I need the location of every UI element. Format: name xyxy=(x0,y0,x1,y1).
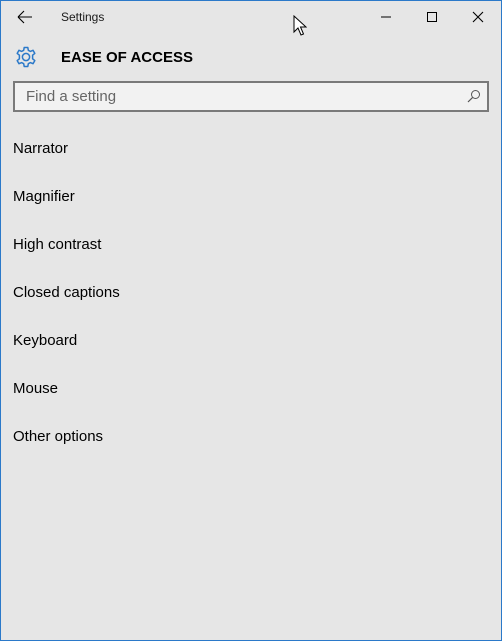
close-button[interactable] xyxy=(455,1,501,33)
close-icon xyxy=(472,11,484,23)
menu-item-narrator[interactable]: Narrator xyxy=(1,125,501,173)
maximize-button[interactable] xyxy=(409,1,455,33)
back-arrow-icon xyxy=(17,10,32,24)
maximize-icon xyxy=(427,12,437,22)
title-bar: Settings xyxy=(1,1,501,33)
menu-item-magnifier[interactable]: Magnifier xyxy=(1,173,501,221)
menu-item-label: Magnifier xyxy=(13,188,75,205)
menu-item-high-contrast[interactable]: High contrast xyxy=(1,221,501,269)
minimize-icon xyxy=(381,16,391,18)
back-button[interactable] xyxy=(7,2,43,32)
menu-item-other-options[interactable]: Other options xyxy=(1,413,501,461)
window-title: Settings xyxy=(61,10,105,24)
page-header: EASE OF ACCESS xyxy=(1,43,501,73)
minimize-button[interactable] xyxy=(363,1,409,33)
menu-item-closed-captions[interactable]: Closed captions xyxy=(1,269,501,317)
settings-window: Settings EASE OF ACCESS Find a setting N… xyxy=(0,0,502,641)
search-box[interactable] xyxy=(13,81,489,112)
menu-item-label: Closed captions xyxy=(13,284,120,301)
mouse-cursor-icon xyxy=(293,15,307,36)
search-button[interactable] xyxy=(466,88,482,104)
menu-item-label: Narrator xyxy=(13,140,69,157)
menu-item-keyboard[interactable]: Keyboard xyxy=(1,317,501,365)
menu-item-label: Other options xyxy=(13,428,104,445)
settings-menu: Narrator Magnifier High contrast Closed … xyxy=(1,125,501,461)
menu-item-label: Mouse xyxy=(13,380,59,397)
page-title: EASE OF ACCESS xyxy=(61,49,193,66)
search-icon xyxy=(467,90,480,103)
menu-item-label: Keyboard xyxy=(13,332,78,349)
menu-item-label: High contrast xyxy=(13,236,102,253)
menu-item-mouse[interactable]: Mouse xyxy=(1,365,501,413)
gear-icon xyxy=(16,46,36,68)
search-input[interactable] xyxy=(15,83,455,110)
